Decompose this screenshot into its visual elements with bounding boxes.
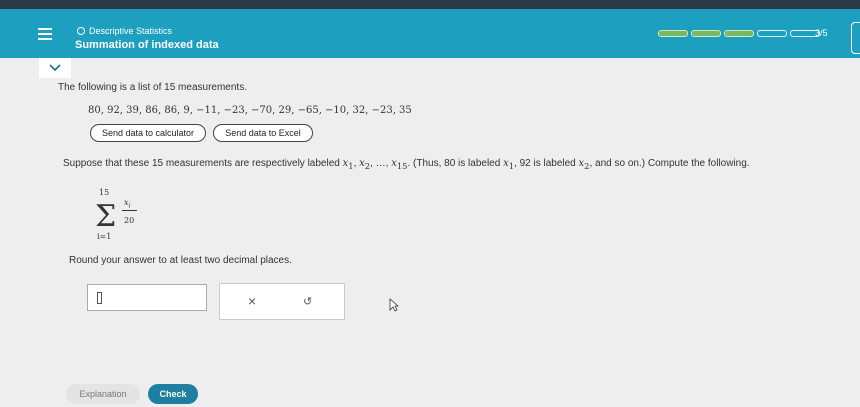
- progress-bar: [658, 30, 820, 37]
- progress-segment: [691, 30, 721, 37]
- chevron-down-icon: [49, 64, 61, 72]
- page-title: Summation of indexed data: [75, 39, 219, 51]
- fraction-denominator: 20: [124, 216, 135, 225]
- rounding-instruction: Round your answer to at least two decima…: [69, 255, 292, 266]
- progress-count: 3/5: [815, 28, 828, 38]
- sum-upper-limit: 15: [99, 188, 110, 197]
- progress-segment: [658, 30, 688, 37]
- data-list: 80, 92, 39, 86, 86, 9, −11, −23, −70, 29…: [88, 105, 412, 116]
- sigma-symbol: Σ: [95, 199, 117, 234]
- undo-icon[interactable]: ↺: [303, 295, 312, 308]
- progress-segment: [724, 30, 754, 37]
- answer-input[interactable]: [87, 284, 207, 311]
- menu-icon[interactable]: [30, 25, 60, 49]
- fraction-numerator: xi: [124, 198, 131, 210]
- explanation-button[interactable]: Explanation: [66, 384, 140, 404]
- check-button[interactable]: Check: [148, 384, 198, 404]
- progress-segment: [757, 30, 787, 37]
- collapse-button[interactable]: [39, 58, 71, 78]
- text-cursor: [97, 292, 102, 304]
- answer-toolbox: × ↺: [219, 283, 345, 320]
- send-to-calculator-button[interactable]: Send data to calculator: [90, 124, 206, 142]
- send-to-excel-button[interactable]: Send data to Excel: [213, 124, 313, 142]
- fraction-bar: [122, 210, 137, 211]
- side-panel-button[interactable]: [851, 22, 860, 54]
- circle-icon: [77, 27, 85, 35]
- clear-icon[interactable]: ×: [248, 293, 256, 309]
- sum-lower-limit: i=1: [97, 232, 112, 241]
- header-bar: Descriptive Statistics Summation of inde…: [0, 9, 860, 58]
- problem-intro: The following is a list of 15 measuremen…: [58, 82, 247, 93]
- instruction-text: Suppose that these 15 measurements are r…: [63, 158, 750, 171]
- top-strip: [0, 0, 860, 9]
- topic-label: Descriptive Statistics: [77, 26, 172, 36]
- mouse-pointer-icon: [389, 298, 399, 312]
